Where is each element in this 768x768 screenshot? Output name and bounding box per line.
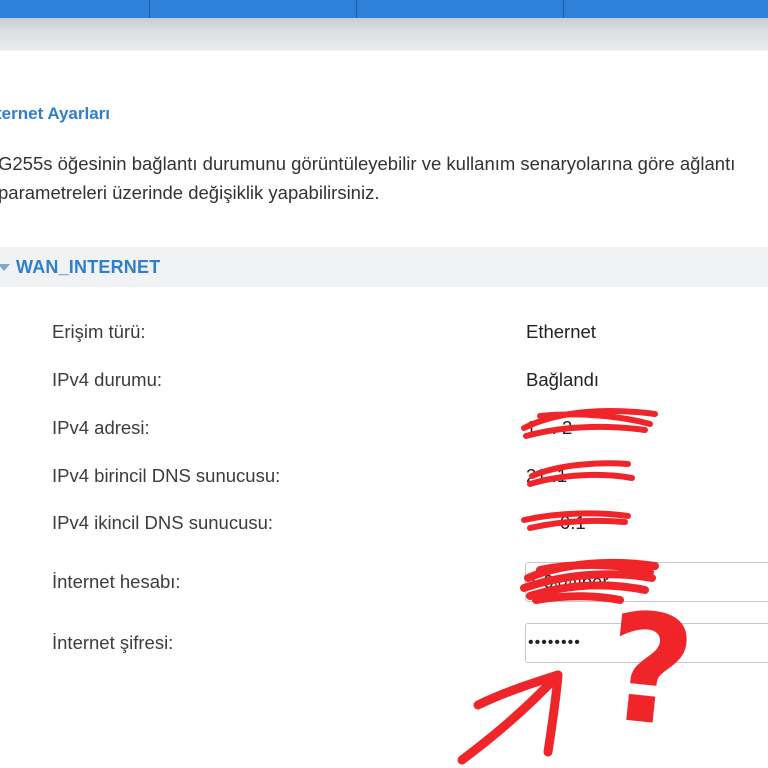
router-settings-page: ternet Ayarları G255s öğesinin bağlantı … bbox=[0, 0, 768, 768]
nav-tab-1[interactable] bbox=[0, 0, 150, 18]
internet-account-label: İnternet hesabı: bbox=[52, 571, 181, 592]
ipv4-secondary-dns-value: 0.1 bbox=[560, 512, 586, 533]
nav-tab-4[interactable] bbox=[564, 0, 768, 18]
access-type-value: Ethernet bbox=[526, 321, 596, 342]
nav-tab-3[interactable] bbox=[357, 0, 564, 18]
ipv4-address-value: 1 . . 2 bbox=[526, 417, 573, 438]
ipv4-secondary-dns-label: IPv4 ikincil DNS sunucusu: bbox=[52, 512, 274, 533]
wan-internet-section-header[interactable]: WAN_INTERNET bbox=[0, 247, 768, 287]
red-question-mark: ? bbox=[597, 579, 702, 763]
sub-navigation-bar bbox=[0, 18, 768, 51]
collapse-triangle-icon[interactable] bbox=[0, 263, 10, 271]
ipv4-status-label: IPv4 durumu: bbox=[52, 369, 163, 390]
access-type-label: Erişim türü: bbox=[52, 321, 146, 342]
ipv4-primary-dns-label: IPv4 birincil DNS sunucusu: bbox=[52, 465, 281, 486]
page-title: ternet Ayarları bbox=[0, 104, 111, 123]
section-title: WAN_INTERNET bbox=[16, 256, 161, 277]
internet-password-label: İnternet şifresi: bbox=[52, 632, 174, 653]
ipv4-status-value: Bağlandı bbox=[526, 369, 600, 390]
ipv4-address-label: IPv4 adresi: bbox=[52, 417, 150, 438]
top-navigation-bar bbox=[0, 0, 768, 18]
ipv4-primary-dns-value: 21 .1 bbox=[526, 465, 568, 486]
page-description: G255s öğesinin bağlantı durumunu görüntü… bbox=[0, 153, 736, 203]
nav-tab-2[interactable] bbox=[150, 0, 357, 18]
